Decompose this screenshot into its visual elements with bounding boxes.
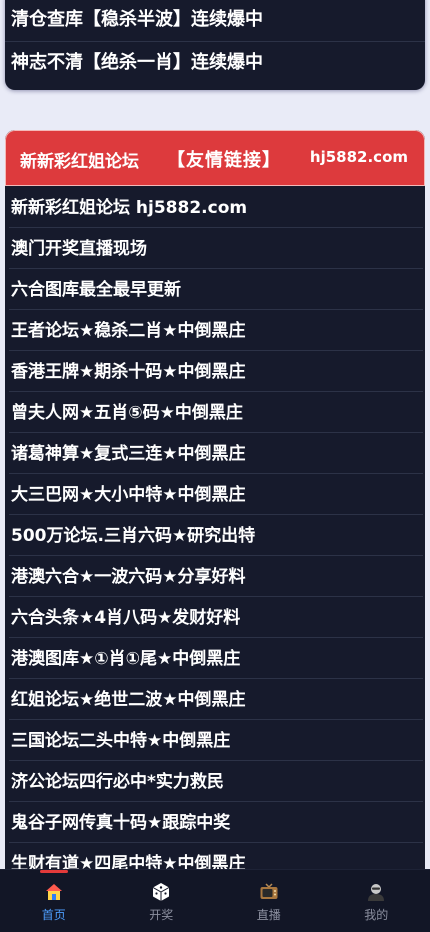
dice-icon [153,883,170,901]
link-item[interactable]: 济公论坛四行必中*实力救民 [9,761,423,802]
banner-domain[interactable]: hj5882.com [310,148,408,166]
top-news-card: 清仓查库【稳杀半波】连续爆中 神志不清【绝杀一肖】连续爆中 [5,0,425,90]
tab-home[interactable]: 首页 [0,870,108,932]
tab-label: 开奖 [149,908,174,922]
friend-links-card: 新新彩红姐论坛 【友情链接】 hj5882.com 新新彩红姐论坛 hj5882… [5,130,425,932]
tab-label: 直播 [256,908,281,922]
tab-label: 首页 [41,908,66,922]
link-item[interactable]: 大三巴网★大小中特★中倒黑庄 [9,474,423,515]
link-item[interactable]: 500万论坛.三肖六码★研究出特 [9,515,423,556]
link-item[interactable]: 王者论坛★稳杀二肖★中倒黑庄 [9,310,423,351]
banner-title: 【友情链接】 [167,150,281,171]
link-item[interactable]: 港澳图库★①肖①尾★中倒黑庄 [9,638,423,679]
link-item[interactable]: 红姐论坛★绝世二波★中倒黑庄 [9,679,423,720]
active-tab-indicator [40,870,68,873]
link-item[interactable]: 诸葛神算★复式三连★中倒黑庄 [9,433,423,474]
news-row[interactable]: 神志不清【绝杀一肖】连续爆中 [5,41,425,84]
link-item[interactable]: 新新彩红姐论坛 hj5882.com [9,186,423,228]
tab-mine[interactable]: 我的 [323,870,430,932]
link-item[interactable]: 三国论坛二头中特★中倒黑庄 [9,720,423,761]
bottom-tab-bar: 首页 开奖 直播 我的 [0,869,430,932]
tab-lottery[interactable]: 开奖 [108,870,216,932]
link-item[interactable]: 曾夫人网★五肖⑤码★中倒黑庄 [9,392,423,433]
links-list: 新新彩红姐论坛 hj5882.com 澳门开奖直播现场 六合图库最全最早更新 王… [5,186,425,884]
tab-label: 我的 [364,908,389,922]
friend-links-banner: 新新彩红姐论坛 【友情链接】 hj5882.com [5,130,425,186]
banner-site-name: 新新彩红姐论坛 [20,152,139,172]
home-icon [45,884,62,900]
link-item[interactable]: 港澳六合★一波六码★分享好料 [9,556,423,597]
tab-live[interactable]: 直播 [215,870,323,932]
news-row[interactable]: 清仓查库【稳杀半波】连续爆中 [5,0,425,41]
link-item[interactable]: 六合头条★4肖八码★发财好料 [9,597,423,638]
link-item[interactable]: 香港王牌★期杀十码★中倒黑庄 [9,351,423,392]
tv-icon [260,883,278,899]
user-icon [368,884,385,901]
link-item[interactable]: 六合图库最全最早更新 [9,269,423,310]
link-item[interactable]: 鬼谷子网传真十码★跟踪中奖 [9,802,423,843]
link-item[interactable]: 澳门开奖直播现场 [9,228,423,269]
